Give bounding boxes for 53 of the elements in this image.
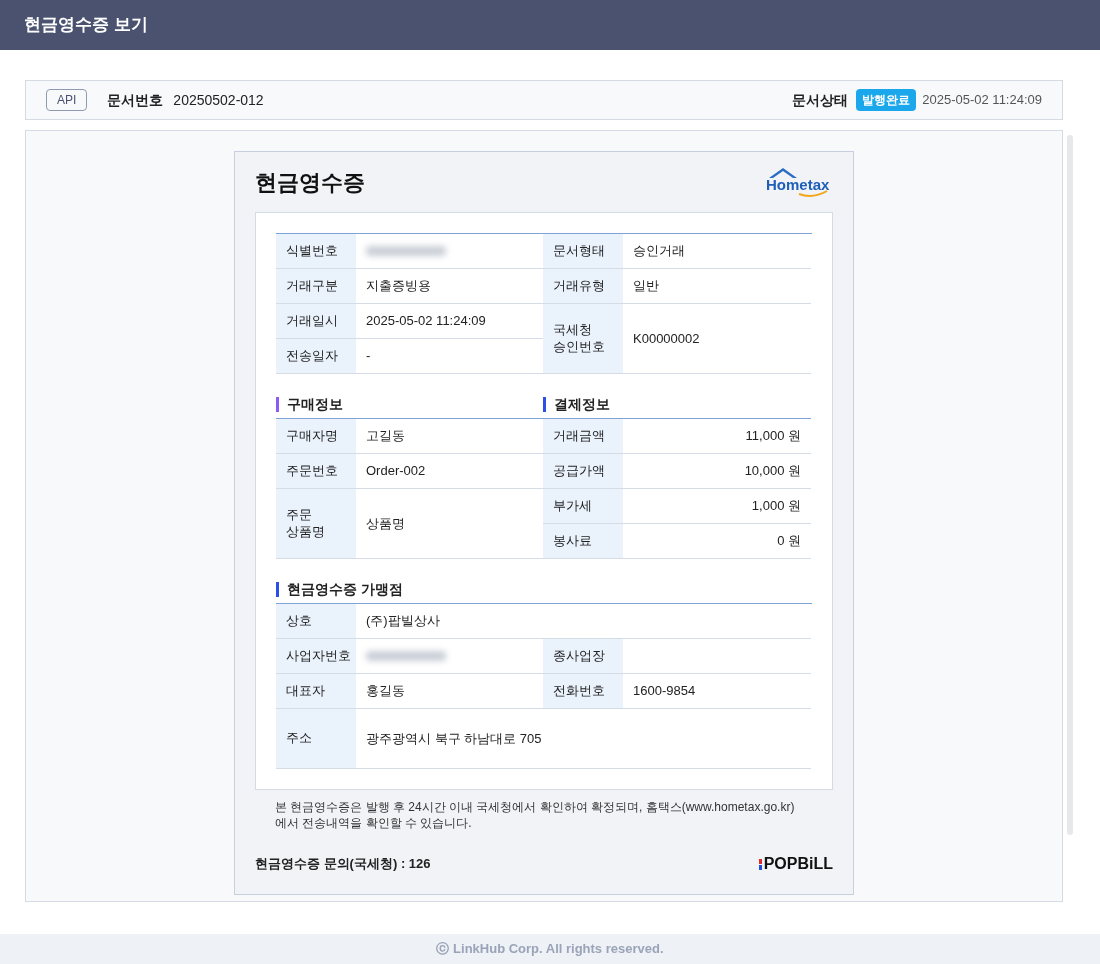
notice-text: 본 현금영수증은 발행 후 24시간 이내 국세청에서 확인하여 확정되며, 홈택스(www.hometax.go.kr) 에서 전송내역을 확인할 수 있습니다. [274, 799, 796, 831]
field-label: 전화번호 [553, 682, 605, 700]
hometax-logo: Hometax [763, 166, 833, 198]
page-title: 현금영수증 보기 [24, 14, 148, 37]
field-value: 1600-9854 [633, 682, 696, 701]
section-heading: 결제정보 [554, 395, 610, 414]
field-value: 11,000 원 [745, 427, 801, 446]
field-label: 식별번호 [286, 242, 338, 260]
field-label: 주소 [286, 730, 312, 747]
api-badge: API [46, 89, 88, 111]
field-value: 10,000 원 [744, 462, 801, 481]
document-status-label: 문서상태 [792, 90, 849, 110]
field-value: (주)팝빌상사 [366, 612, 440, 631]
field-label: 전송일자 [286, 347, 338, 365]
status-time: 2025-05-02 11:24:09 [922, 91, 1042, 110]
inquiry-text: 현금영수증 문의(국세청) : 126 [255, 855, 431, 874]
field-value: 2025-05-02 11:24:09 [366, 312, 486, 331]
field-value: 1,000 원 [751, 497, 801, 516]
field-label: 거래유형 [553, 277, 605, 295]
field-label: 주문번호 [286, 462, 338, 480]
copyright-text: ⓒ LinkHub Corp. All rights reserved. [436, 940, 664, 959]
field-label: 주문 상품명 [286, 507, 326, 540]
field-label: 상호 [286, 612, 312, 630]
status-badge: 발행완료 [856, 89, 917, 111]
field-label: 사업자번호 [286, 647, 351, 665]
field-label: 공급가액 [553, 462, 605, 480]
field-value: 고길동 [366, 427, 405, 446]
document-number: 20250502-012 [173, 90, 264, 110]
field-label: 종사업장 [553, 647, 605, 665]
field-label: 거래일시 [286, 312, 338, 330]
field-value: Order-002 [366, 462, 426, 481]
field-value: 0 원 [777, 532, 801, 551]
document-number-label: 문서번호 [107, 90, 164, 110]
field-value: 홍길동 [366, 682, 405, 701]
receipt-title: 현금영수증 [255, 168, 365, 197]
field-label: 국세청 승인번호 [553, 322, 606, 355]
field-value: 상품명 [366, 514, 405, 533]
field-value: 지출증빙용 [366, 277, 431, 296]
field-label: 문서형태 [553, 242, 605, 260]
field-label: 봉사료 [553, 532, 592, 550]
field-value: 일반 [633, 277, 659, 296]
field-value: 광주광역시 북구 하남대로 705 [366, 729, 542, 748]
popbill-logo: POPBiLL [758, 852, 833, 876]
field-label: 부가세 [553, 497, 592, 515]
field-label: 구매자명 [286, 427, 338, 445]
field-label: 대표자 [286, 682, 325, 700]
field-label: 거래금액 [553, 427, 605, 445]
field-value: K00000002 [633, 329, 700, 348]
field-value: - [366, 347, 371, 366]
section-heading: 현금영수증 가맹점 [287, 580, 403, 599]
field-label: 거래구분 [286, 277, 338, 295]
field-value: 승인거래 [633, 242, 685, 261]
section-heading: 구매정보 [287, 395, 343, 414]
